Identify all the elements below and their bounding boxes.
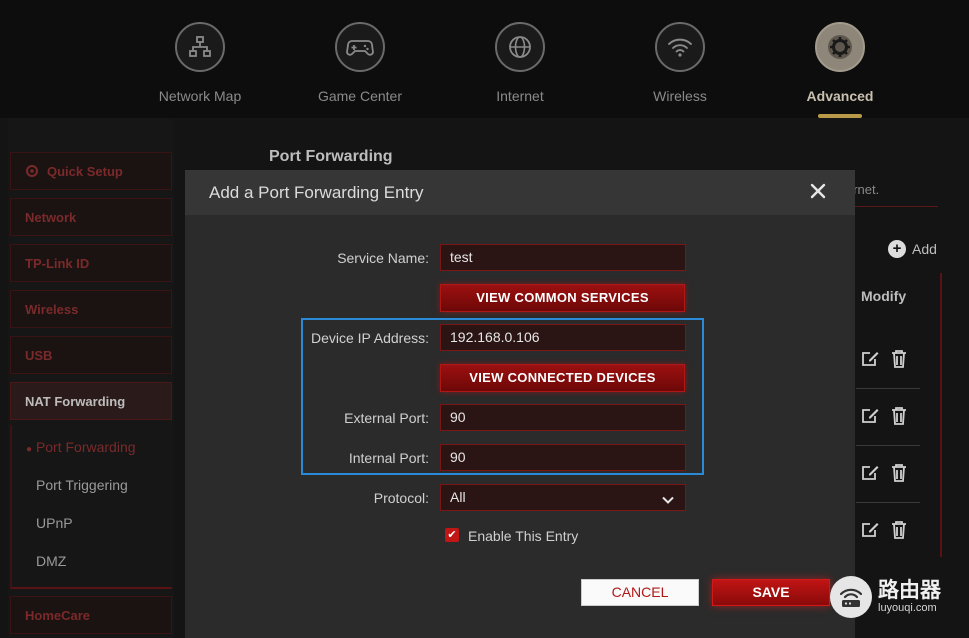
nav-label: Advanced: [806, 88, 874, 104]
gamepad-icon: [335, 22, 385, 72]
nav-label: Internet: [496, 88, 544, 104]
view-common-services-button[interactable]: VIEW COMMON SERVICES: [440, 284, 685, 312]
enable-entry-label: Enable This Entry: [468, 528, 579, 544]
edit-icon[interactable]: [860, 406, 880, 431]
sidebar-sub-port-triggering[interactable]: Port Triggering: [36, 477, 128, 493]
add-label: Add: [912, 241, 937, 257]
sidebar-sub-label: UPnP: [36, 515, 73, 531]
add-entry-button[interactable]: + Add: [888, 240, 937, 258]
close-icon[interactable]: [807, 180, 829, 202]
target-icon: [25, 164, 39, 178]
cancel-button[interactable]: CANCEL: [581, 579, 699, 606]
trash-icon[interactable]: [890, 406, 908, 431]
router-logo-icon: [830, 576, 872, 618]
sidebar-sub-upnp[interactable]: UPnP: [36, 515, 73, 531]
divider: [846, 206, 938, 207]
edit-icon[interactable]: [860, 463, 880, 488]
nav-label: Wireless: [653, 88, 707, 104]
service-name-input[interactable]: test: [440, 244, 686, 271]
nav-label: Game Center: [317, 88, 403, 104]
trash-icon[interactable]: [890, 349, 908, 374]
trash-icon[interactable]: [890, 463, 908, 488]
table-row-actions: [860, 520, 908, 545]
protocol-value: All: [450, 489, 466, 505]
sidebar-sub-label: Port Triggering: [36, 477, 128, 493]
top-navigation: Network Map Game Center Internet Wireles…: [0, 0, 969, 118]
sidebar-sub-port-forwarding[interactable]: ● Port Forwarding: [26, 439, 136, 455]
external-port-label: External Port:: [344, 410, 429, 426]
external-port-input[interactable]: 90: [440, 404, 686, 431]
protocol-select[interactable]: All: [440, 484, 686, 511]
dialog-header: Add a Port Forwarding Entry: [185, 170, 855, 215]
save-button[interactable]: SAVE: [712, 579, 830, 606]
enable-entry-checkbox[interactable]: ✔: [445, 528, 459, 542]
add-port-forwarding-dialog: Add a Port Forwarding Entry Service Name…: [185, 170, 855, 638]
divider: [856, 388, 920, 389]
internal-port-input[interactable]: 90: [440, 444, 686, 471]
globe-icon: [495, 22, 545, 72]
table-row-actions: [860, 406, 908, 431]
page-title: Port Forwarding: [269, 148, 393, 165]
watermark-text: 路由器: [878, 579, 941, 602]
sidebar-sub-label: DMZ: [36, 553, 67, 569]
device-ip-input[interactable]: 192.168.0.106: [440, 324, 686, 351]
sidebar-item-network[interactable]: Network: [10, 198, 172, 236]
sidebar-item-nat-forwarding[interactable]: NAT Forwarding: [10, 382, 172, 420]
sidebar-item-label: NAT Forwarding: [25, 393, 126, 409]
nav-wireless[interactable]: Wireless: [615, 22, 745, 104]
sidebar-sub-label: Port Forwarding: [35, 439, 136, 455]
watermark-url: luyouqi.com: [878, 602, 937, 614]
sidebar-sub-dmz[interactable]: DMZ: [36, 553, 66, 569]
edit-icon[interactable]: [860, 349, 880, 374]
nav-network-map[interactable]: Network Map: [135, 22, 265, 104]
divider: [856, 445, 920, 446]
sidebar-item-wireless[interactable]: Wireless: [10, 290, 172, 328]
chevron-down-icon: [661, 490, 675, 515]
sidebar: Quick Setup Network TP-Link ID Wireless …: [8, 118, 174, 638]
internal-port-label: Internal Port:: [348, 450, 429, 466]
protocol-label: Protocol:: [373, 490, 429, 506]
sidebar-item-usb[interactable]: USB: [10, 336, 172, 374]
table-row-actions: [860, 349, 908, 374]
table-row-actions: [860, 463, 908, 488]
sidebar-item-label: USB: [25, 347, 53, 363]
nav-game-center[interactable]: Game Center: [295, 22, 425, 104]
nav-label: Network Map: [158, 88, 242, 104]
trash-icon[interactable]: [890, 520, 908, 545]
nav-advanced[interactable]: Advanced: [775, 22, 905, 104]
sidebar-item-label: HomeCare: [25, 607, 91, 623]
view-connected-devices-button[interactable]: VIEW CONNECTED DEVICES: [440, 364, 685, 392]
sidebar-item-label: Quick Setup: [47, 163, 123, 179]
divider: [856, 502, 920, 503]
network-map-icon: [175, 22, 225, 72]
wifi-icon: [655, 22, 705, 72]
sidebar-item-quick-setup[interactable]: Quick Setup: [10, 152, 172, 190]
plus-icon: +: [888, 240, 906, 258]
dialog-title: Add a Port Forwarding Entry: [209, 182, 424, 202]
sidebar-item-label: TP-Link ID: [25, 255, 90, 271]
active-tab-indicator: [818, 114, 862, 118]
watermark: 路由器 luyouqi.com: [830, 576, 941, 618]
sidebar-item-label: Wireless: [25, 301, 79, 317]
edit-icon[interactable]: [860, 520, 880, 545]
service-name-label: Service Name:: [337, 250, 429, 266]
sidebar-item-homecare[interactable]: HomeCare: [10, 596, 172, 634]
sidebar-item-label: Network: [25, 209, 77, 225]
gear-icon: [815, 22, 865, 72]
bullet-dot-icon: ●: [26, 444, 33, 455]
modify-column-header: Modify: [861, 288, 907, 304]
nav-internet[interactable]: Internet: [455, 22, 585, 104]
device-ip-label: Device IP Address:: [310, 330, 429, 346]
sidebar-item-tp-link-id[interactable]: TP-Link ID: [10, 244, 172, 282]
